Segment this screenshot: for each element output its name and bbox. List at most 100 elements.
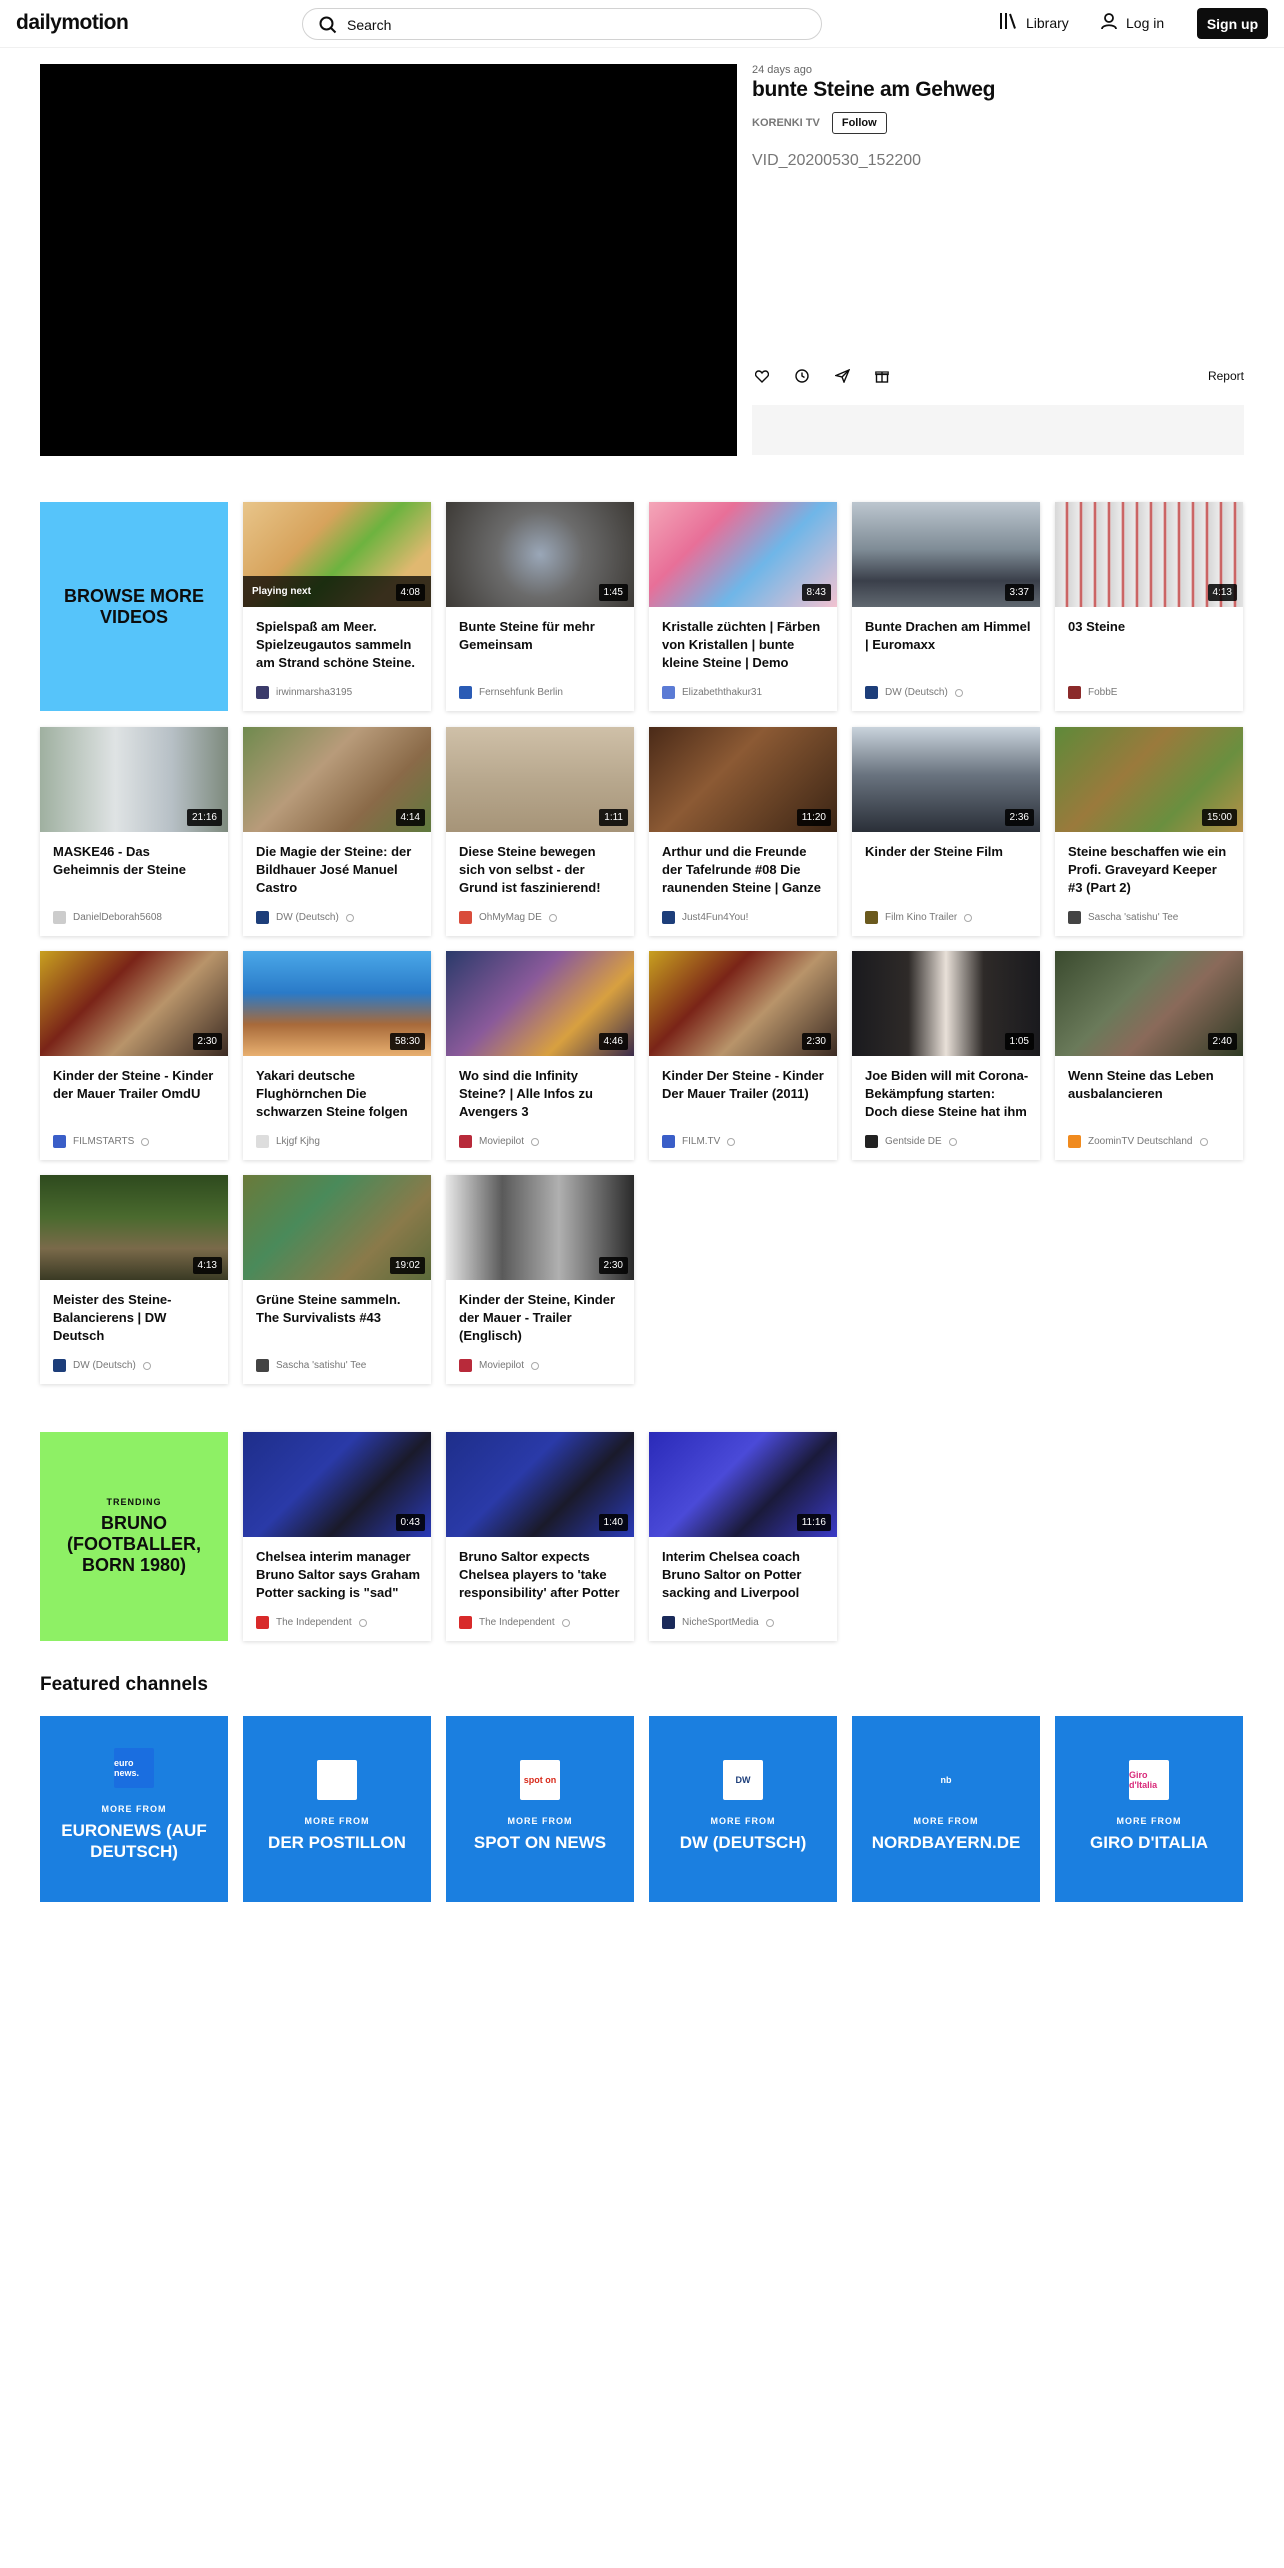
video-card[interactable]: 2:30 Kinder der Steine - Kinder der Mauer…: [40, 951, 228, 1160]
video-thumbnail[interactable]: 58:30: [243, 951, 431, 1056]
video-card[interactable]: Playing next 4:08 Spielspaß am Meer. Spiel…: [243, 502, 431, 711]
heart-icon[interactable]: [752, 366, 772, 386]
video-card-channel[interactable]: FobbE: [1068, 686, 1117, 699]
video-thumbnail[interactable]: 15:00: [1055, 727, 1243, 832]
video-card-channel[interactable]: Just4Fun4You!: [662, 911, 748, 924]
featured-channel-card[interactable]: MORE FROM DER POSTILLON: [243, 1716, 431, 1902]
video-thumbnail[interactable]: 2:40: [1055, 951, 1243, 1056]
trending-tile[interactable]: TRENDING BRUNO (FOOTBALLER, BORN 1980): [40, 1432, 228, 1641]
video-card-title[interactable]: Grüne Steine sammeln. The Survivalists #…: [256, 1291, 422, 1327]
video-card[interactable]: 58:30 Yakari deutsche Flughörnchen Die sc…: [243, 951, 431, 1160]
library-button[interactable]: Library: [998, 12, 1069, 33]
video-card-channel[interactable]: Moviepilot: [459, 1135, 540, 1148]
video-card[interactable]: 11:20 Arthur und die Freunde der Tafelrun…: [649, 727, 837, 936]
dailymotion-logo[interactable]: dailymotion: [16, 11, 129, 35]
video-card-channel[interactable]: FILM.TV: [662, 1135, 736, 1148]
video-thumbnail[interactable]: 2:30: [40, 951, 228, 1056]
video-card-title[interactable]: Die Magie der Steine: der Bildhauer José…: [256, 843, 422, 897]
video-card-channel[interactable]: Lkjgf Kjhg: [256, 1135, 320, 1148]
video-card-title[interactable]: Arthur und die Freunde der Tafelrunde #0…: [662, 843, 828, 897]
video-card-title[interactable]: Kinder der Steine - Kinder der Mauer Tra…: [53, 1067, 219, 1103]
video-card-title[interactable]: Joe Biden will mit Corona-Bekämpfung sta…: [865, 1067, 1031, 1121]
video-card[interactable]: 8:43 Kristalle züchten | Färben von Krist…: [649, 502, 837, 711]
video-thumbnail[interactable]: 4:46: [446, 951, 634, 1056]
video-card-channel[interactable]: Film Kino Trailer: [865, 911, 973, 924]
report-link[interactable]: Report: [1208, 369, 1244, 383]
video-card-channel[interactable]: Fernsehfunk Berlin: [459, 686, 563, 699]
featured-channel-card[interactable]: Giro d'Italia MORE FROM GIRO D'ITALIA: [1055, 1716, 1243, 1902]
video-card-channel[interactable]: Gentside DE: [865, 1135, 957, 1148]
video-thumbnail[interactable]: 2:36: [852, 727, 1040, 832]
video-thumbnail[interactable]: 1:45: [446, 502, 634, 607]
video-card[interactable]: 15:00 Steine beschaffen wie ein Profi. Gr…: [1055, 727, 1243, 936]
video-card[interactable]: 21:16 MASKE46 - Das Geheimnis der Steine D…: [40, 727, 228, 936]
gift-icon[interactable]: [872, 366, 892, 386]
video-card[interactable]: 4:13 03 Steine FobbE: [1055, 502, 1243, 711]
video-card-title[interactable]: 03 Steine: [1068, 618, 1234, 636]
video-thumbnail[interactable]: 8:43: [649, 502, 837, 607]
video-card[interactable]: 1:45 Bunte Steine für mehr Gemeinsam Ferns…: [446, 502, 634, 711]
video-card[interactable]: 3:37 Bunte Drachen am Himmel | Euromaxx DW…: [852, 502, 1040, 711]
share-icon[interactable]: [832, 366, 852, 386]
video-card-title[interactable]: Steine beschaffen wie ein Profi. Graveya…: [1068, 843, 1234, 897]
video-card[interactable]: 4:46 Wo sind die Infinity Steine? | Alle …: [446, 951, 634, 1160]
video-card[interactable]: 2:36 Kinder der Steine Film Film Kino Trai…: [852, 727, 1040, 936]
video-card-channel[interactable]: Sascha 'satishu' Tee: [256, 1359, 366, 1372]
video-thumbnail[interactable]: 3:37: [852, 502, 1040, 607]
video-card[interactable]: 11:16 Interim Chelsea coach Bruno Saltor …: [649, 1432, 837, 1641]
video-thumbnail[interactable]: Playing next 4:08: [243, 502, 431, 607]
video-card-channel[interactable]: DanielDeborah5608: [53, 911, 162, 924]
video-card-title[interactable]: Interim Chelsea coach Bruno Saltor on Po…: [662, 1548, 828, 1602]
video-card-channel[interactable]: DW (Deutsch): [865, 686, 963, 699]
video-thumbnail[interactable]: 21:16: [40, 727, 228, 832]
featured-channel-card[interactable]: nb MORE FROM NORDBAYERN.DE: [852, 1716, 1040, 1902]
follow-button[interactable]: Follow: [831, 112, 887, 134]
video-card-channel[interactable]: The Independent: [256, 1616, 367, 1629]
video-card-channel[interactable]: Elizabeththakur31: [662, 686, 762, 699]
video-card-channel[interactable]: FILMSTARTS: [53, 1135, 150, 1148]
video-player[interactable]: [40, 64, 737, 456]
video-card-channel[interactable]: NicheSportMedia: [662, 1616, 774, 1629]
video-card[interactable]: 2:30 Kinder Der Steine - Kinder Der Mauer…: [649, 951, 837, 1160]
video-thumbnail[interactable]: 1:11: [446, 727, 634, 832]
video-card[interactable]: 19:02 Grüne Steine sammeln. The Survivali…: [243, 1175, 431, 1384]
featured-channel-card[interactable]: euro news. MORE FROM EURONEWS (AUF DEUTSCH…: [40, 1716, 228, 1902]
video-card-channel[interactable]: DW (Deutsch): [53, 1359, 151, 1372]
video-thumbnail[interactable]: 2:30: [649, 951, 837, 1056]
video-card-title[interactable]: Wenn Steine das Leben ausbalancieren: [1068, 1067, 1234, 1103]
search-bar[interactable]: [302, 8, 822, 40]
featured-channel-card[interactable]: spot on MORE FROM SPOT ON NEWS: [446, 1716, 634, 1902]
video-card[interactable]: 4:14 Die Magie der Steine: der Bildhauer …: [243, 727, 431, 936]
video-card[interactable]: 0:43 Chelsea interim manager Bruno Saltor…: [243, 1432, 431, 1641]
video-card-title[interactable]: Wo sind die Infinity Steine? | Alle Info…: [459, 1067, 625, 1121]
video-card-title[interactable]: Spielspaß am Meer. Spielzeugautos sammel…: [256, 618, 422, 672]
video-card-title[interactable]: Bunte Steine für mehr Gemeinsam: [459, 618, 625, 654]
video-thumbnail[interactable]: 1:40: [446, 1432, 634, 1537]
video-card-title[interactable]: Kinder der Steine Film: [865, 843, 1031, 861]
video-card[interactable]: 1:11 Diese Steine bewegen sich von selbst…: [446, 727, 634, 936]
video-card-channel[interactable]: The Independent: [459, 1616, 570, 1629]
video-card-title[interactable]: Bruno Saltor expects Chelsea players to …: [459, 1548, 625, 1602]
video-card-title[interactable]: Bunte Drachen am Himmel | Euromaxx: [865, 618, 1031, 654]
video-card-title[interactable]: Kinder der Steine, Kinder der Mauer - Tr…: [459, 1291, 625, 1345]
video-card[interactable]: 4:13 Meister des Steine-Balancierens | DW…: [40, 1175, 228, 1384]
video-card-channel[interactable]: ZoominTV Deutschland: [1068, 1135, 1208, 1148]
channel-name[interactable]: KORENKI TV: [752, 117, 820, 129]
video-card-channel[interactable]: irwinmarsha3195: [256, 686, 352, 699]
browse-more-videos-tile[interactable]: BROWSE MORE VIDEOS: [40, 502, 228, 711]
video-card-title[interactable]: Chelsea interim manager Bruno Saltor say…: [256, 1548, 422, 1602]
video-card[interactable]: 2:30 Kinder der Steine, Kinder der Mauer …: [446, 1175, 634, 1384]
video-card-title[interactable]: Meister des Steine-Balancierens | DW Deu…: [53, 1291, 219, 1345]
video-card-title[interactable]: Kristalle züchten | Färben von Kristalle…: [662, 618, 828, 672]
video-thumbnail[interactable]: 11:20: [649, 727, 837, 832]
video-card[interactable]: 1:05 Joe Biden will mit Corona-Bekämpfung…: [852, 951, 1040, 1160]
video-card[interactable]: 1:40 Bruno Saltor expects Chelsea players…: [446, 1432, 634, 1641]
video-thumbnail[interactable]: 0:43: [243, 1432, 431, 1537]
video-thumbnail[interactable]: 4:14: [243, 727, 431, 832]
video-card-channel[interactable]: DW (Deutsch): [256, 911, 354, 924]
video-thumbnail[interactable]: 1:05: [852, 951, 1040, 1056]
featured-channel-card[interactable]: DW MORE FROM DW (DEUTSCH): [649, 1716, 837, 1902]
video-thumbnail[interactable]: 11:16: [649, 1432, 837, 1537]
clock-icon[interactable]: [792, 366, 812, 386]
login-button[interactable]: Log in: [1100, 12, 1164, 33]
